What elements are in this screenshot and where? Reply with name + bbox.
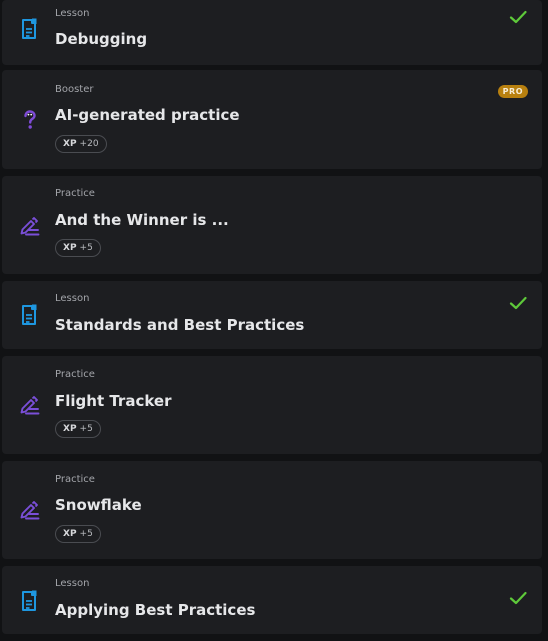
xp-value: +5 (79, 243, 93, 253)
xp-value: +5 (79, 424, 93, 434)
list-item-ai-generated-practice[interactable]: Booster AI-generated practice XP +20 PRO (2, 70, 542, 169)
item-type: Booster (55, 84, 94, 95)
xp-badge: XP +20 (55, 135, 107, 153)
xp-label: XP (63, 139, 77, 149)
item-title: Standards and Best Practices (55, 316, 305, 334)
pencil-lines-icon (18, 214, 42, 238)
list-item-and-the-winner-is[interactable]: Practice And the Winner is ... XP +5 (2, 176, 542, 274)
xp-label: XP (63, 424, 77, 434)
xp-label: XP (63, 243, 77, 253)
pro-badge: PRO (497, 85, 528, 98)
item-type: Practice (55, 474, 95, 485)
lesson-list: Lesson Debugging Booster AI-generated pr… (0, 0, 548, 641)
item-title: AI-generated practice (55, 106, 240, 124)
xp-badge: XP +5 (55, 525, 101, 543)
pencil-lines-icon (18, 498, 42, 522)
question-mark-icon (18, 108, 42, 132)
check-icon (509, 294, 527, 312)
item-type: Lesson (55, 293, 90, 304)
list-item-flight-tracker[interactable]: Practice Flight Tracker XP +5 (2, 356, 542, 454)
list-item-applying-best-practices[interactable]: Lesson Applying Best Practices (2, 566, 542, 634)
item-type: Lesson (55, 578, 90, 589)
item-type: Lesson (55, 8, 90, 19)
pencil-lines-icon (18, 393, 42, 417)
item-title: Snowflake (55, 496, 142, 514)
check-icon (509, 8, 527, 26)
list-item-standards-and-best-practices[interactable]: Lesson Standards and Best Practices (2, 281, 542, 349)
item-type: Practice (55, 188, 95, 199)
item-title: Debugging (55, 30, 148, 48)
xp-badge: XP +5 (55, 239, 101, 257)
list-item-debugging[interactable]: Lesson Debugging (2, 0, 542, 65)
xp-badge: XP +5 (55, 420, 101, 438)
item-type: Practice (55, 369, 95, 380)
item-title: And the Winner is ... (55, 211, 229, 229)
check-icon (509, 589, 527, 607)
document-icon (18, 303, 42, 327)
document-icon (18, 589, 42, 613)
document-icon (18, 17, 42, 41)
item-title: Applying Best Practices (55, 601, 256, 619)
item-title: Flight Tracker (55, 392, 172, 410)
xp-value: +20 (79, 139, 99, 149)
list-item-snowflake[interactable]: Practice Snowflake XP +5 (2, 461, 542, 559)
xp-label: XP (63, 529, 77, 539)
xp-value: +5 (79, 529, 93, 539)
